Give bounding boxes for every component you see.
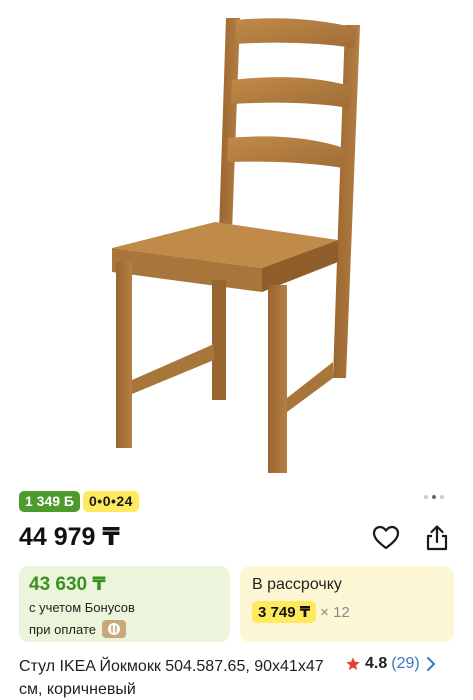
image-pager[interactable] (424, 495, 444, 499)
product-title: Стул IKEA Йокмокк 504.587.65, 90x41x47 с… (19, 658, 324, 698)
bonus-note: с учетом Бонусов (29, 600, 135, 615)
installment-card[interactable]: В рассрочку 3 749 ₸ × 12 (240, 566, 454, 642)
bonus-payment-note: при оплате (29, 620, 126, 638)
reviews-count-link[interactable]: (29) (391, 655, 419, 673)
installment-badge: 0•0•24 (83, 491, 139, 512)
kaspi-logo-icon (101, 620, 126, 638)
share-button[interactable] (421, 522, 453, 554)
bonus-price-card[interactable]: 43 630 ₸ с учетом Бонусов при оплате (19, 566, 230, 642)
installment-multiplier: × 12 (320, 603, 350, 621)
product-price: 44 979 ₸ (19, 523, 120, 551)
bonus-badge: 1 349 Б (19, 491, 80, 512)
heart-outline-icon (372, 525, 400, 550)
chair-illustration (112, 18, 360, 473)
installment-row: 3 749 ₸ × 12 (252, 601, 350, 623)
star-icon (346, 657, 360, 670)
product-image[interactable] (0, 0, 473, 485)
bonus-payment-label: при оплате (29, 621, 96, 637)
chevron-right-icon (426, 657, 435, 671)
product-rating[interactable]: 4.8 (29) (345, 655, 438, 673)
favorite-button[interactable] (370, 522, 402, 554)
pager-dot-active[interactable] (432, 495, 436, 499)
rating-value: 4.8 (365, 655, 388, 672)
installment-title: В рассрочку (252, 576, 342, 593)
pager-dot[interactable] (424, 495, 428, 499)
promo-badges: 1 349 Б 0•0•24 (19, 491, 139, 512)
share-icon (426, 525, 448, 551)
installment-amount: 3 749 ₸ (252, 601, 317, 623)
bonus-price: 43 630 ₸ (29, 574, 106, 595)
pager-dot[interactable] (440, 495, 444, 499)
